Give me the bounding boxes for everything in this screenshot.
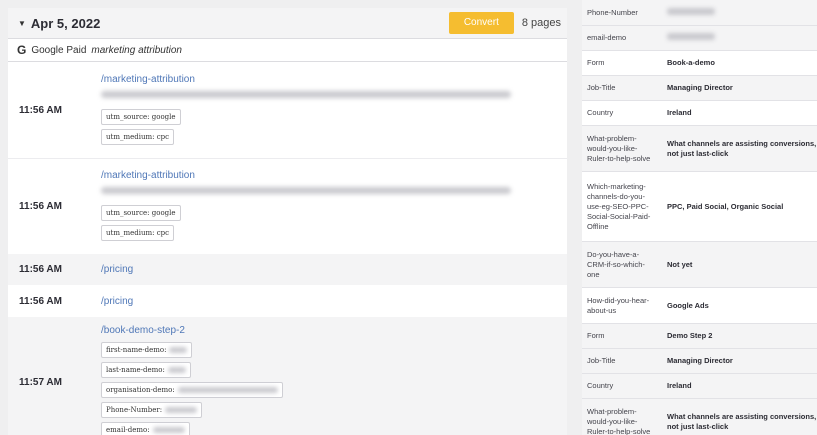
session-date: Apr 5, 2022	[30, 15, 101, 31]
utm-tag: utm_medium: cpc	[101, 225, 175, 241]
detail-row: What-problem-would-you-like-Ruler-to-hel…	[582, 126, 817, 172]
page-path-link[interactable]: /marketing-attribution	[101, 74, 567, 85]
page-path-link[interactable]: /pricing	[101, 296, 567, 307]
detail-key: Which-marketing-channels-do-you-use-eg-S…	[587, 181, 651, 231]
detail-key: Job-Title	[587, 356, 616, 365]
detail-value	[654, 7, 817, 18]
event-time: 11:57 AM	[19, 376, 62, 388]
detail-row: How-did-you-hear-about-us Google Ads	[582, 288, 817, 324]
caret-down-icon[interactable]: ▼	[18, 19, 26, 28]
form-field-tag: first-name-demo:	[101, 341, 193, 358]
event-time: 11:56 AM	[19, 264, 62, 275]
detail-value: What channels are assisting conversions,…	[667, 138, 817, 158]
detail-value: Ireland	[667, 108, 692, 117]
detail-key: What-problem-would-you-like-Ruler-to-hel…	[587, 133, 651, 163]
utm-tag: utm_source: google	[101, 205, 181, 221]
form-field-tag: organisation-demo:	[101, 381, 283, 398]
detail-row: Job-Title Managing Director	[582, 349, 817, 374]
form-field-tag: email-demo:	[101, 421, 190, 435]
detail-key: What-problem-would-you-like-Ruler-to-hel…	[587, 406, 651, 435]
timeline-event: 11:56 AM /pricing	[8, 254, 567, 285]
detail-key: Do-you-have-a-CRM-if-so-which-one	[587, 249, 645, 279]
detail-row: Country Ireland	[582, 101, 817, 126]
event-time: 11:56 AM	[19, 201, 62, 212]
session-header[interactable]: ▼ Apr 5, 2022 Convert 8 pages	[8, 8, 567, 38]
detail-value: Google Ads	[667, 300, 709, 310]
detail-value	[654, 33, 817, 43]
form-details-panel: Phone-Number email-demo Form Book-a-demo…	[582, 0, 817, 435]
detail-key: Phone-Number	[587, 7, 638, 17]
detail-row: Form Demo Step 2	[582, 324, 817, 349]
detail-key: How-did-you-hear-about-us	[587, 295, 650, 315]
page-path-link[interactable]: /marketing-attribution	[101, 170, 567, 181]
detail-value: Managing Director	[667, 356, 733, 365]
session-timeline: ▼ Apr 5, 2022 Convert 8 pages G Google P…	[8, 8, 567, 435]
detail-value: Demo Step 2	[667, 331, 713, 340]
detail-row: Job-Title Managing Director	[582, 76, 817, 101]
google-icon: G	[17, 43, 27, 57]
detail-key: Form	[587, 58, 605, 67]
event-time: 11:56 AM	[19, 104, 62, 116]
detail-row: Which-marketing-channels-do-you-use-eg-S…	[582, 172, 817, 242]
detail-key: email-demo	[587, 33, 627, 42]
detail-row: Phone-Number	[582, 0, 817, 26]
detail-key: Country	[587, 108, 614, 117]
page-path-link[interactable]: /pricing	[101, 264, 567, 275]
convert-badge[interactable]: Convert	[448, 12, 514, 34]
utm-tag: utm_medium: cpc	[101, 128, 175, 145]
detail-row: What-problem-would-you-like-Ruler-to-hel…	[582, 399, 817, 435]
event-time: 11:56 AM	[19, 295, 62, 307]
detail-key: Job-Title	[587, 83, 616, 92]
form-field-tag: Phone-Number:	[101, 401, 203, 418]
detail-row: Do-you-have-a-CRM-if-so-which-one Not ye…	[582, 242, 817, 288]
timeline-event: 11:56 AM /pricing	[8, 285, 567, 317]
detail-value: PPC, Paid Social, Organic Social	[667, 201, 784, 211]
detail-row: Country Ireland	[582, 374, 817, 399]
detail-value: What channels are assisting conversions,…	[667, 411, 817, 431]
detail-key: Form	[587, 331, 605, 340]
timeline-event: 11:56 AM /marketing-attribution utm_sour…	[8, 62, 567, 158]
detail-value: Not yet	[667, 259, 693, 269]
redacted-url	[101, 90, 511, 98]
campaign-name: marketing attribution	[91, 44, 182, 56]
detail-value: Managing Director	[667, 83, 733, 92]
detail-key: Country	[587, 381, 614, 390]
utm-tag: utm_source: google	[101, 108, 181, 125]
detail-value: Book-a-demo	[667, 58, 715, 67]
detail-value: Ireland	[667, 381, 692, 390]
form-field-tag: last-name-demo:	[101, 361, 191, 378]
detail-row: Form Book-a-demo	[582, 51, 817, 76]
page-count: 8 pages	[521, 17, 561, 29]
detail-row: email-demo	[582, 26, 817, 51]
traffic-source: G Google Paid marketing attribution	[8, 38, 567, 62]
timeline-event: 11:56 AM /marketing-attribution utm_sour…	[8, 158, 567, 254]
page-path-link[interactable]: /book-demo-step-2	[101, 325, 567, 336]
timeline-event: 11:57 AM /book-demo-step-2 first-name-de…	[8, 317, 567, 435]
source-name: Google Paid	[31, 44, 87, 56]
redacted-url	[101, 187, 511, 194]
